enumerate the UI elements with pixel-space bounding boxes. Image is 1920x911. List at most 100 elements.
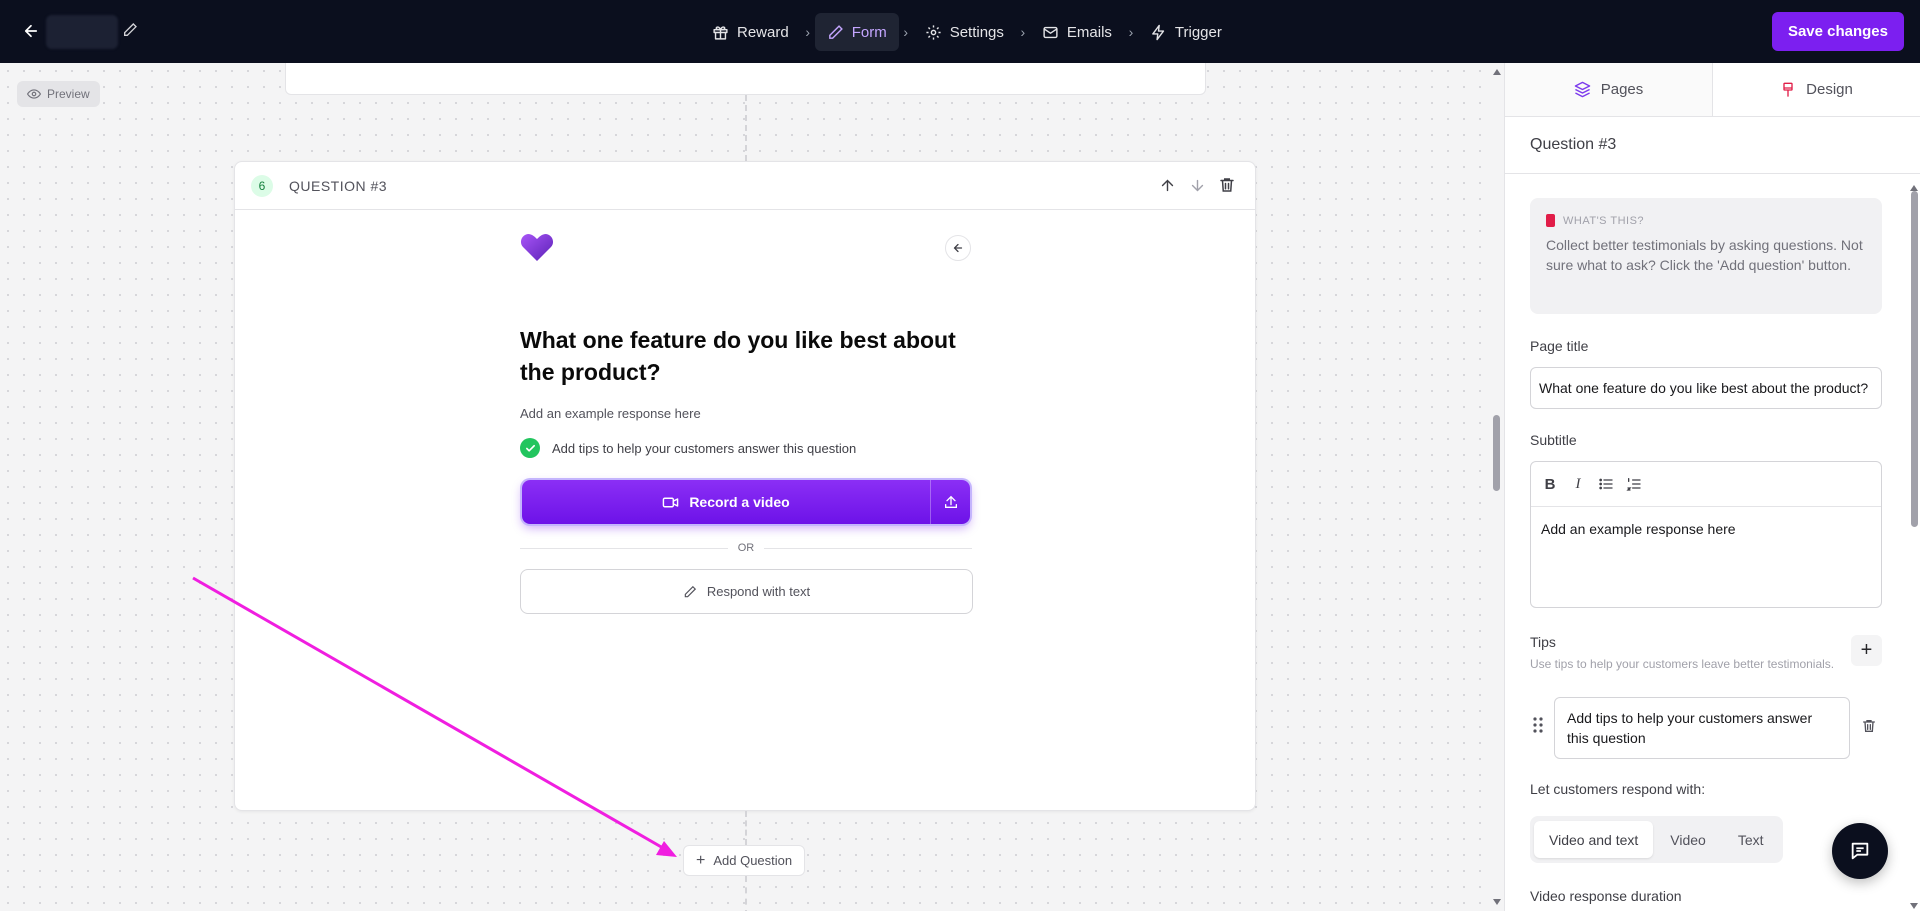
video-camera-icon: [663, 497, 679, 507]
form-canvas: Preview 6 QUESTION #3 What one feature d…: [0, 63, 1490, 911]
save-changes-button[interactable]: Save changes: [1771, 12, 1904, 51]
move-down-button[interactable]: [1187, 174, 1207, 196]
arrow-down-icon: [1191, 179, 1203, 191]
delete-page-button[interactable]: [1217, 174, 1237, 196]
heart-logo-icon: [520, 234, 554, 261]
arrow-left-icon: [953, 243, 963, 253]
bold-icon[interactable]: B: [1541, 475, 1559, 493]
step-form[interactable]: Form: [814, 13, 899, 51]
upload-video-button[interactable]: [930, 480, 970, 524]
layers-icon: [1574, 81, 1591, 98]
italic-icon[interactable]: I: [1569, 475, 1587, 493]
respond-with-label: Let customers respond with:: [1530, 781, 1706, 797]
chat-support-button[interactable]: [1832, 823, 1888, 879]
arrow-up-icon: [1161, 179, 1173, 191]
option-video[interactable]: Video: [1655, 821, 1721, 858]
question-heading: What one feature do you like best about …: [520, 327, 956, 385]
step-settings[interactable]: Settings: [913, 13, 1016, 51]
record-video-main[interactable]: Record a video: [522, 494, 930, 511]
or-divider: OR: [520, 542, 972, 554]
edit-name-button[interactable]: [122, 22, 140, 40]
tip-text: Add tips to help your customers answer t…: [552, 440, 857, 456]
option-text[interactable]: Text: [1723, 821, 1779, 858]
back-button[interactable]: [18, 18, 44, 44]
delete-tip-button[interactable]: [1861, 717, 1879, 737]
tip-item: Add tips to help your customers answer t…: [520, 438, 856, 458]
page-title-input[interactable]: [1530, 367, 1882, 409]
scroll-down-arrow-icon[interactable]: [1910, 903, 1918, 909]
step-trigger-label: Trigger: [1174, 23, 1222, 41]
step-reward[interactable]: Reward: [700, 13, 801, 51]
gift-icon: [713, 25, 728, 40]
question-subtitle: Add an example response here: [520, 406, 701, 421]
scroll-down-arrow-icon[interactable]: [1493, 899, 1501, 905]
chevron-right-icon: ›: [903, 24, 909, 40]
divider-line: [764, 547, 972, 549]
trash-icon: [1863, 720, 1875, 732]
bullet-list-icon[interactable]: [1597, 475, 1615, 493]
editor-toolbar: B I: [1531, 462, 1881, 507]
scrollbar-thumb[interactable]: [1911, 191, 1918, 527]
tab-pages[interactable]: Pages: [1505, 63, 1713, 116]
page-title-label: Page title: [1530, 338, 1589, 354]
connector-line: [745, 95, 747, 161]
question-card-title: QUESTION #3: [289, 177, 388, 194]
panel-tabs: Pages Design: [1505, 63, 1920, 117]
form-name-redacted[interactable]: [46, 15, 118, 49]
or-label: OR: [737, 542, 755, 554]
add-question-button[interactable]: + Add Question: [683, 845, 806, 876]
video-duration-label: Video response duration: [1530, 888, 1682, 904]
info-heading: WHAT'S THIS?: [1546, 214, 1866, 227]
scrollbar-thumb[interactable]: [1493, 415, 1500, 491]
info-heading-text: WHAT'S THIS?: [1563, 214, 1645, 227]
tip-input[interactable]: Add tips to help your customers answer t…: [1554, 697, 1850, 759]
panel-scrollbar[interactable]: [1908, 117, 1920, 911]
tab-pages-label: Pages: [1600, 81, 1644, 98]
step-emails[interactable]: Emails: [1030, 13, 1124, 51]
trash-icon: [1220, 178, 1234, 192]
move-up-button[interactable]: [1157, 174, 1177, 196]
preview-button[interactable]: Preview: [17, 81, 100, 107]
paint-icon: [1783, 82, 1793, 97]
step-emails-label: Emails: [1066, 23, 1112, 41]
question-card[interactable]: 6 QUESTION #3 What one feature do you li…: [234, 161, 1256, 811]
tips-label: Tips: [1530, 634, 1556, 650]
arrow-left-icon: [24, 24, 38, 38]
question-card-header: 6 QUESTION #3: [235, 162, 1255, 210]
tab-design[interactable]: Design: [1713, 63, 1920, 116]
preview-label: Preview: [47, 87, 90, 101]
plus-icon: +: [696, 851, 706, 869]
scroll-up-arrow-icon[interactable]: [1493, 69, 1501, 75]
chevron-right-icon: ›: [1128, 24, 1134, 40]
previous-page-card[interactable]: [285, 63, 1206, 95]
subtitle-editor-content[interactable]: Add an example response here: [1531, 507, 1881, 551]
step-trigger[interactable]: Trigger: [1138, 13, 1234, 51]
upload-icon: [944, 495, 957, 508]
subtitle-editor[interactable]: B I Add an example response here: [1530, 461, 1882, 608]
bolt-icon: [1152, 24, 1165, 40]
pencil-icon: [124, 23, 137, 36]
option-video-and-text[interactable]: Video and text: [1534, 821, 1654, 858]
record-video-button[interactable]: Record a video: [522, 480, 970, 524]
gear-icon: [926, 24, 941, 40]
tips-hint: Use tips to help your customers leave be…: [1530, 657, 1835, 671]
canvas-scrollbar[interactable]: [1490, 63, 1504, 911]
add-tip-button[interactable]: +: [1851, 635, 1882, 666]
numbered-list-icon[interactable]: [1625, 475, 1643, 493]
info-box: WHAT'S THIS? Collect better testimonials…: [1530, 198, 1882, 314]
bookmark-icon: [1546, 214, 1555, 227]
chevron-right-icon: ›: [1020, 24, 1026, 40]
subtitle-label: Subtitle: [1530, 432, 1577, 448]
drag-handle-icon[interactable]: [1532, 716, 1544, 734]
chevron-right-icon: ›: [805, 24, 811, 40]
info-text: Collect better testimonials by asking qu…: [1546, 237, 1863, 273]
respond-with-text-button[interactable]: Respond with text: [520, 569, 973, 614]
connector-line: [745, 811, 747, 845]
settings-panel: Pages Design Question #3 WHAT'S THIS? Co…: [1504, 63, 1920, 911]
tab-design-label: Design: [1806, 81, 1853, 98]
respond-type-selector: Video and text Video Text: [1530, 816, 1783, 863]
preview-back-button[interactable]: [945, 235, 971, 261]
pencil-icon: [828, 24, 843, 39]
chat-icon: [1851, 842, 1869, 860]
step-reward-label: Reward: [737, 23, 789, 41]
